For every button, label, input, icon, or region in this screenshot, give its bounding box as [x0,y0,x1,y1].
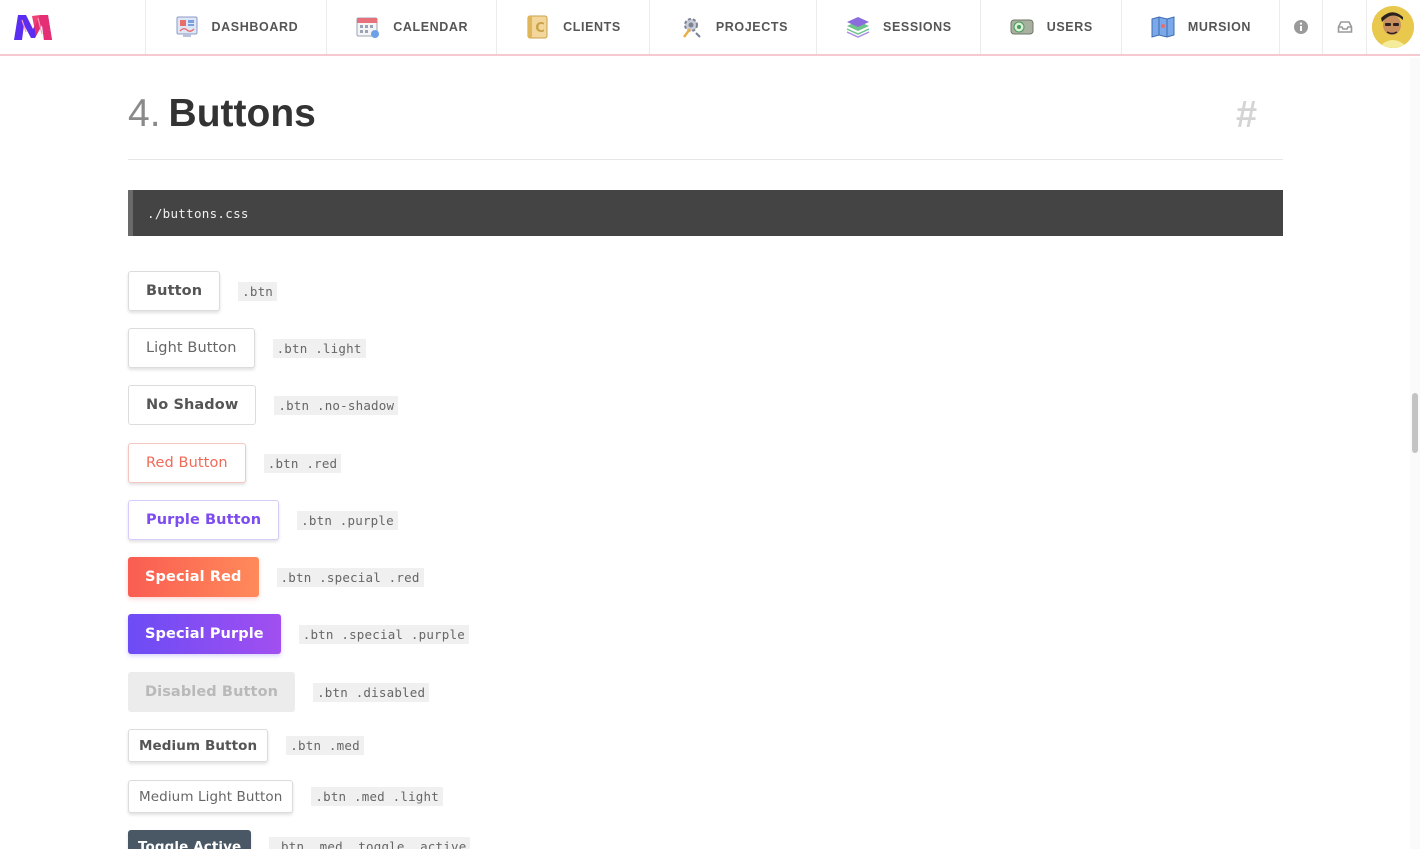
users-icon [1009,15,1035,39]
mursion-icon [1150,15,1176,39]
class-code-label: .btn .special .red [276,567,424,587]
user-menu[interactable] [1367,0,1420,54]
mursion-logo[interactable] [0,0,146,54]
inbox-icon [1337,21,1352,33]
button-medium-light[interactable]: Medium Light Button [128,780,294,813]
projects-icon [678,15,704,39]
button-example-row: Toggle Active .btn .med .toggle .active [128,830,471,849]
nav-calendar[interactable]: CALENDAR [327,0,498,54]
button-light[interactable]: Light Button [128,328,255,368]
class-code-label: .btn .disabled [313,682,430,702]
button-example-row: Button .btn [128,271,278,311]
scrollbar-thumb[interactable] [1412,393,1418,453]
class-code-label: .btn .med .toggle .active [269,837,471,849]
class-code-label: .btn .red [263,453,342,473]
nav-sessions-label: SESSIONS [883,20,952,34]
calendar-icon [355,15,381,39]
dashboard-icon [174,15,200,39]
button-toggle-active[interactable]: Toggle Active [128,830,252,849]
nav-projects[interactable]: PROJECTS [650,0,818,54]
button-example-row: Light Button .btn .light [128,328,366,368]
button-special-purple[interactable]: Special Purple [128,614,281,654]
button-disabled: Disabled Button [128,672,296,712]
button-special-red[interactable]: Special Red [128,557,259,597]
button-example-row: Disabled Button .btn .disabled [128,672,430,712]
svg-text:C: C [535,21,545,36]
class-code-label: .btn .med .light [311,787,443,806]
button-example-row: Purple Button .btn .purple [128,500,398,540]
button-purple[interactable]: Purple Button [128,500,280,540]
class-code-label: .btn .no-shadow [274,395,399,415]
sessions-icon [845,15,871,39]
class-code-label: .btn .light [272,338,366,358]
nav-projects-label: PROJECTS [715,20,789,34]
section-number: 4. [128,92,161,135]
nav-calendar-label: CALENDAR [393,20,469,34]
nav-mursion[interactable]: MURSION [1122,0,1281,54]
button-no-shadow[interactable]: No Shadow [128,385,257,425]
section-title: 4. Buttons [128,92,316,136]
class-code-label: .btn .med [286,736,364,755]
nav-sessions[interactable]: SESSIONS [817,0,981,54]
info-icon [1294,20,1309,34]
button-example-row: Special Purple .btn .special .purple [128,614,469,654]
nav-mursion-label: MURSION [1187,20,1252,34]
css-file-bar: ./buttons.css [128,190,1283,236]
section-anchor-link[interactable]: # [1236,94,1257,137]
button-medium[interactable]: Medium Button [128,729,269,762]
button-default[interactable]: Button [128,271,221,311]
class-code-label: .btn .purple [297,510,398,530]
nav-users-label: USERS [1046,20,1093,34]
top-nav-bar: DASHBOARD CALENDAR C CLIENTS PROJECTS SE… [0,0,1420,56]
class-code-label: .btn .special .purple [298,624,469,644]
clients-icon: C [525,15,551,39]
nav-dashboard-label: DASHBOARD [211,20,299,34]
avatar [1372,6,1415,48]
button-example-row: Medium Button .btn .med [128,729,364,762]
css-file-name: ./buttons.css [147,205,249,221]
nav-clients-label: CLIENTS [563,20,621,34]
button-example-row: Red Button .btn .red [128,443,342,483]
section-name: Buttons [168,92,316,135]
button-example-row: Special Red .btn .special .red [128,557,424,597]
nav-clients[interactable]: C CLIENTS [497,0,650,54]
nav-users[interactable]: USERS [981,0,1122,54]
nav-dashboard[interactable]: DASHBOARD [146,0,328,54]
inbox-button[interactable] [1323,0,1367,54]
page-scrollbar[interactable] [1410,58,1420,849]
button-red[interactable]: Red Button [128,443,246,483]
button-example-row: No Shadow .btn .no-shadow [128,385,399,425]
section-divider [128,159,1283,160]
class-code-label: .btn [238,281,278,301]
button-example-row: Medium Light Button .btn .med .light [128,780,443,813]
info-button[interactable] [1280,0,1324,54]
mursion-logo-icon [14,15,52,40]
